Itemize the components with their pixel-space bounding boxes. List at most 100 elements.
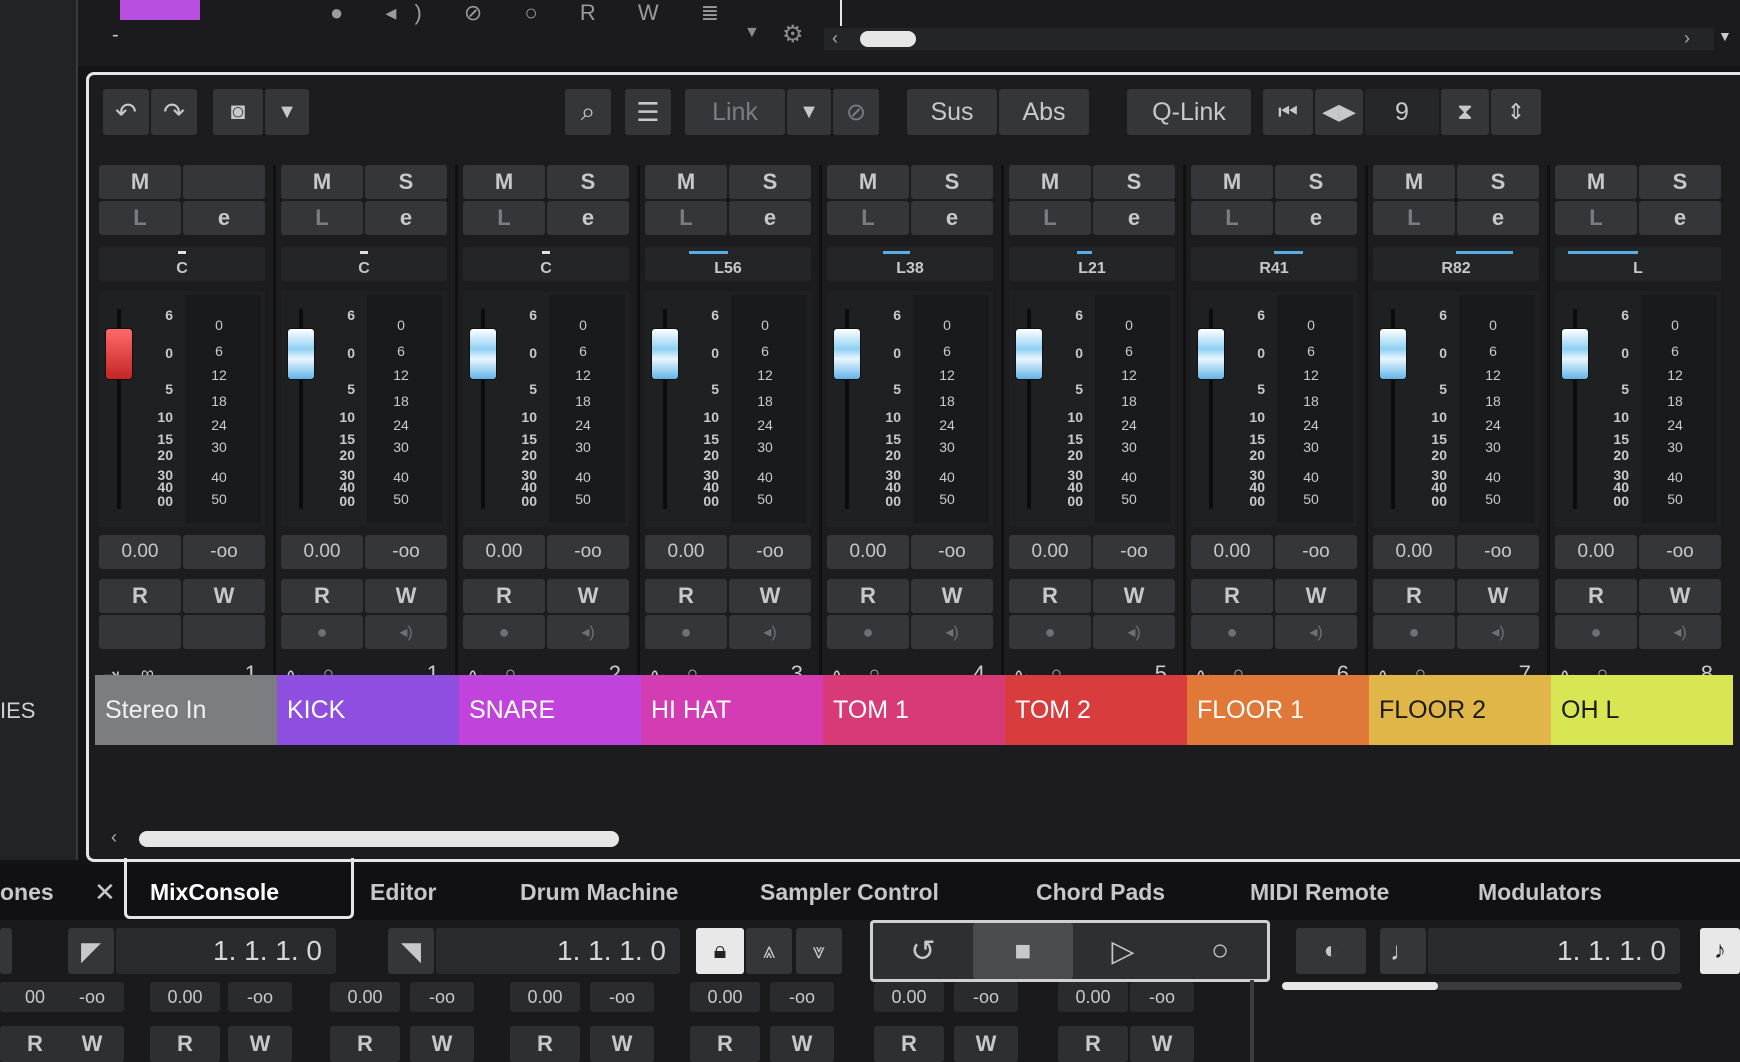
left-locator-icon[interactable]: ◤ (68, 928, 114, 974)
read-automation-button[interactable]: R (99, 579, 181, 613)
scroll-thumb[interactable] (139, 831, 619, 847)
mute-button[interactable]: M (1373, 165, 1455, 199)
peak-value[interactable]: -oo (911, 535, 993, 569)
scroll-right-icon[interactable]: › (1684, 28, 1690, 49)
edit-channel-button[interactable]: e (1457, 201, 1539, 235)
mute-button[interactable]: M (281, 165, 363, 199)
mute-button[interactable]: M (827, 165, 909, 199)
position-progress-track[interactable] (1282, 982, 1682, 990)
position-field[interactable]: 1. 1. 1. 0 (1428, 928, 1680, 974)
solo-button[interactable]: S (729, 165, 811, 199)
mute-button[interactable]: M (1191, 165, 1273, 199)
redo-button[interactable]: ↷ (151, 89, 197, 135)
volume-value[interactable]: 0.00 (827, 535, 909, 569)
edit-channel-button[interactable]: e (1275, 201, 1357, 235)
channel-name[interactable]: SNARE (459, 675, 641, 745)
pan-control[interactable]: R41 (1191, 247, 1357, 281)
snapshot-camera-icon[interactable]: ◙ (213, 89, 263, 135)
listen-button[interactable]: L (281, 201, 363, 235)
solo-button[interactable]: S (1639, 165, 1721, 199)
record-enable-icon[interactable]: ● (827, 615, 909, 649)
fader-cap[interactable] (470, 329, 496, 379)
mute-button[interactable]: M (99, 165, 181, 199)
right-locator-field[interactable]: 1. 1. 1. 0 (436, 928, 680, 974)
listen-button[interactable]: L (99, 201, 181, 235)
volume-value[interactable]: 0.00 (1009, 535, 1091, 569)
solo-button[interactable]: S (1457, 165, 1539, 199)
read-automation-button[interactable]: R (1058, 1026, 1128, 1062)
read-automation-button[interactable]: R (1009, 579, 1091, 613)
note-icon[interactable]: ♩ (1380, 928, 1426, 974)
tab-modulators[interactable]: Modulators (1478, 864, 1602, 920)
record-enable-icon[interactable]: ● (281, 615, 363, 649)
tab-midi-remote[interactable]: MIDI Remote (1250, 864, 1389, 920)
record-button[interactable]: ○ (1173, 923, 1267, 979)
tab-chord-pads[interactable]: Chord Pads (1036, 864, 1165, 920)
pan-control[interactable]: R82 (1373, 247, 1539, 281)
peak-value[interactable]: -oo (547, 535, 629, 569)
volume-value[interactable]: 0.00 (281, 535, 363, 569)
lower-value-field[interactable]: 0.00 (150, 982, 220, 1012)
scroll-left-icon[interactable]: ‹ (111, 827, 117, 848)
channel-name[interactable]: OH L (1551, 675, 1733, 745)
mixer-scrollbar[interactable]: ‹ (103, 827, 1740, 851)
read-automation-button[interactable]: R (1191, 579, 1273, 613)
tab-partial-label[interactable]: ones (0, 864, 54, 920)
monitor-icon[interactable]: ◂) (1275, 615, 1357, 649)
read-automation-button[interactable]: R (330, 1026, 400, 1062)
listen-button[interactable]: L (827, 201, 909, 235)
abs-button[interactable]: Abs (999, 89, 1089, 135)
close-icon[interactable]: ✕ (94, 864, 116, 920)
write-automation-button[interactable]: W (911, 579, 993, 613)
fader-cap[interactable] (1016, 329, 1042, 379)
expand-horizontal-icon[interactable]: ◀▶ (1315, 89, 1363, 135)
edit-channel-button[interactable]: e (365, 201, 447, 235)
volume-value[interactable]: 0.00 (463, 535, 545, 569)
listen-button[interactable]: L (1191, 201, 1273, 235)
mute-button[interactable]: M (1009, 165, 1091, 199)
read-automation-button[interactable]: R (150, 1026, 220, 1062)
mute-button[interactable]: M (645, 165, 727, 199)
search-icon[interactable]: ⌕ (565, 89, 611, 135)
record-enable-icon[interactable]: ● (645, 615, 727, 649)
write-automation-button[interactable]: W (228, 1026, 292, 1062)
listen-button[interactable]: L (645, 201, 727, 235)
tab-editor[interactable]: Editor (370, 864, 436, 920)
edit-channel-button[interactable]: e (183, 201, 265, 235)
write-automation-button[interactable]: W (183, 579, 265, 613)
lock-icon[interactable]: 🔒︎ (696, 928, 744, 974)
read-automation-button[interactable]: R (1555, 579, 1637, 613)
dropdown-icon[interactable]: ▼ (1718, 28, 1740, 50)
edit-channel-button[interactable]: e (1093, 201, 1175, 235)
solo-button[interactable] (183, 165, 265, 199)
pan-control[interactable]: C (463, 247, 629, 281)
left-locator-field[interactable]: 1. 1. 1. 0 (116, 928, 336, 974)
pan-control[interactable]: L (1555, 247, 1721, 281)
write-automation-button[interactable]: W (1130, 1026, 1194, 1062)
write-automation-button[interactable]: W (954, 1026, 1018, 1062)
volume-value[interactable]: 0.00 (1191, 535, 1273, 569)
fader-cap[interactable] (288, 329, 314, 379)
lower-value-field[interactable]: -oo (954, 982, 1018, 1012)
lower-value-field[interactable]: -oo (770, 982, 834, 1012)
collapse-left-icon[interactable]: ⏮ (1263, 89, 1313, 135)
peak-value[interactable]: -oo (1093, 535, 1175, 569)
volume-value[interactable]: 0.00 (1373, 535, 1455, 569)
record-enable-icon[interactable]: ● (1373, 615, 1455, 649)
monitor-icon[interactable]: ◂) (547, 615, 629, 649)
mute-button[interactable]: M (1555, 165, 1637, 199)
expand-vertical-icon[interactable]: ⇕ (1491, 89, 1541, 135)
gear-icon[interactable]: ⚙ (782, 20, 804, 49)
listen-button[interactable]: L (1555, 201, 1637, 235)
cycle-button[interactable]: ↺ (873, 923, 973, 979)
pan-control[interactable]: L56 (645, 247, 811, 281)
punch-out-icon[interactable]: ⩔ (796, 928, 842, 974)
tuner-icon[interactable]: ♪ (1700, 928, 1740, 974)
listen-button[interactable]: L (463, 201, 545, 235)
play-button[interactable]: ▷ (1073, 923, 1173, 979)
peak-value[interactable]: -oo (365, 535, 447, 569)
solo-button[interactable]: S (1093, 165, 1175, 199)
lower-value-field[interactable]: -oo (228, 982, 292, 1012)
sus-button[interactable]: Sus (907, 89, 997, 135)
write-automation-button[interactable]: W (770, 1026, 834, 1062)
